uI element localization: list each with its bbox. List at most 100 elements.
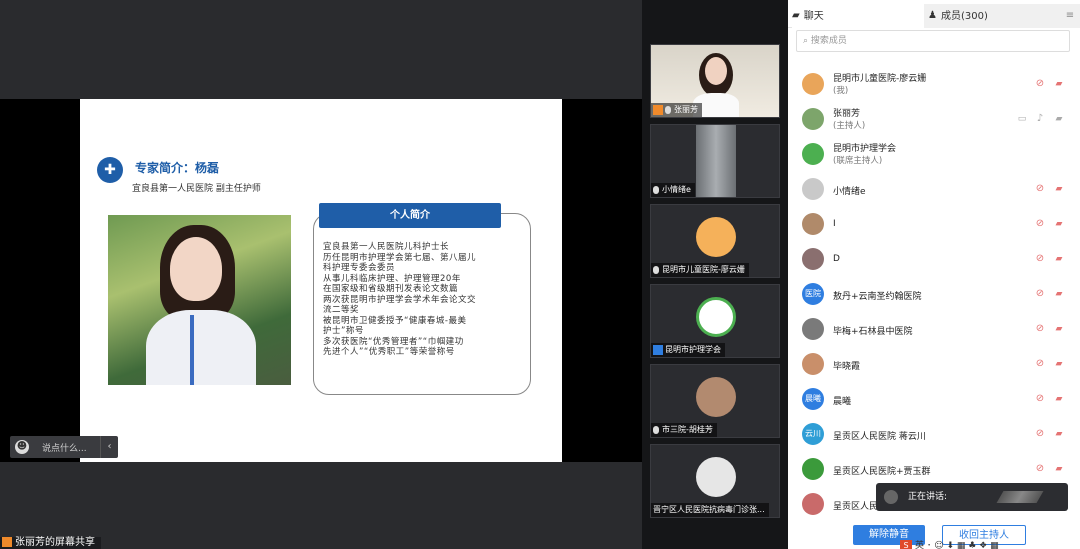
tile-name-text: 张丽芳 (674, 105, 698, 114)
member-row[interactable]: 昆明市儿童医院-廖云姗 (我) ⊘ ▰ (788, 68, 1080, 102)
camera-off-icon[interactable]: ▰ (1052, 358, 1066, 370)
speaking-indicator: 正在讲话: (876, 483, 1068, 511)
microphone-muted-icon[interactable]: ⊘ (1034, 253, 1046, 265)
member-row[interactable]: 毕晓霞 ⊘ ▰ (788, 348, 1080, 382)
member-name: 呈贡区人民医院+贾玉群 (833, 467, 931, 477)
avatar (802, 213, 824, 235)
intro-line: 护士”称号 (323, 326, 364, 336)
member-row[interactable]: 小情绪e ⊘ ▰ (788, 173, 1080, 207)
share-top-bar (0, 0, 642, 99)
stethoscope-icon: ✚ (97, 157, 123, 183)
screen-share-icon: ▭ (1017, 114, 1027, 124)
video-tile[interactable]: 昆明市护理学会 (650, 284, 780, 358)
intro-line: 被昆明市卫健委授予“健康春城-最美 (323, 315, 467, 326)
tile-name: 小情绪e (651, 183, 695, 197)
camera-off-icon[interactable]: ▰ (1052, 428, 1066, 440)
search-placeholder: 搜索成员 (810, 36, 847, 46)
photo-body (146, 310, 256, 385)
microphone-muted-icon[interactable]: ⊘ (1034, 393, 1046, 405)
panel-menu-icon[interactable]: ≡ (1060, 4, 1080, 28)
microphone-icon[interactable]: ♪ (1034, 113, 1046, 125)
member-row[interactable]: 医院 敖丹+云南圣约翰医院 ⊘ ▰ (788, 278, 1080, 312)
camera-off-icon[interactable]: ▰ (1052, 78, 1066, 90)
person-icon: ♟ (928, 10, 937, 21)
member-row[interactable]: 毕梅+石林县中医院 ⊘ ▰ (788, 313, 1080, 347)
video-tile[interactable]: 小情绪e (650, 124, 780, 198)
member-name: 敖丹+云南圣约翰医院 (833, 292, 922, 302)
tab-members-label: 成员(300) (940, 11, 988, 22)
member-search-input[interactable]: ⌕ 搜索成员 (796, 30, 1070, 52)
camera-off-icon[interactable]: ▰ (1052, 218, 1066, 230)
chat-input[interactable]: 说点什么... (42, 441, 87, 454)
avatar (802, 248, 824, 270)
expert-photo (108, 215, 291, 385)
microphone-muted-icon[interactable]: ⊘ (1034, 288, 1046, 300)
tab-chat-label: 聊天 (803, 11, 824, 22)
tile-name: 张丽芳 (651, 103, 702, 117)
video-tile[interactable]: 市三院-胡桂芳 (650, 364, 780, 438)
member-icon (653, 344, 663, 355)
member-name: D (833, 254, 840, 264)
avatar: 云川 (802, 423, 824, 445)
member-name: 小情绪e (833, 187, 866, 197)
avatar (802, 178, 824, 200)
member-row[interactable]: 呈贡区人民医院+贾玉群 ⊘ ▰ (788, 453, 1080, 487)
member-row[interactable]: 云川 呈贡区人民医院 蒋云川 ⊘ ▰ (788, 418, 1080, 452)
chat-icon: ▰ (792, 10, 800, 21)
intro-line: 先进个人”“优秀职工”等荣誉称号 (323, 347, 455, 357)
tray-icons[interactable]: 英 ･ ☺ ⬇ ▦ ♣ ❖ ▦ (915, 541, 999, 549)
microphone-muted-icon[interactable]: ⊘ (1034, 218, 1046, 230)
member-row[interactable]: 张丽芳 (主持人) ▭ ♪ ▰ (788, 103, 1080, 137)
microphone-muted-icon[interactable]: ⊘ (1034, 358, 1046, 370)
member-row[interactable]: D ⊘ ▰ (788, 243, 1080, 277)
side-panel: ▰ 聊天 ♟ 成员(300) ≡ ⌕ 搜索成员 昆明市儿童医院-廖云姗 (我) ⊘ ▰ 张丽… (788, 0, 1080, 549)
camera-icon[interactable]: ▰ (1052, 113, 1066, 125)
camera-off-icon[interactable]: ▰ (1052, 463, 1066, 475)
tile-name: 晋宁区人民医院抗病毒门诊张... (651, 503, 769, 517)
shared-slide: ✚ 专家简介：杨磊 宜良县第一人民医院 副主任护师 个人简介 宜良县第一人民医院… (80, 99, 562, 462)
photo-lanyard (190, 315, 194, 385)
screen-share-area: ✚ 专家简介：杨磊 宜良县第一人民医院 副主任护师 个人简介 宜良县第一人民医院… (0, 0, 642, 549)
collapse-arrow-icon[interactable]: ‹ (100, 436, 118, 458)
microphone-muted-icon[interactable]: ⊘ (1034, 78, 1046, 90)
slide-title: 专家简介：杨磊 (135, 161, 220, 175)
input-method-icon[interactable]: S (900, 540, 912, 549)
association-logo (696, 297, 736, 337)
avatar: 晨曦 (802, 388, 824, 410)
microphone-muted-icon[interactable]: ⊘ (1034, 323, 1046, 335)
camera-off-icon[interactable]: ▰ (1052, 393, 1066, 405)
camera-off-icon[interactable]: ▰ (1052, 183, 1066, 195)
tab-members[interactable]: ♟ 成员(300) (924, 4, 1060, 28)
meeting-window: ✚ 专家简介：杨磊 宜良县第一人民医院 副主任护师 个人简介 宜良县第一人民医院… (0, 0, 1080, 549)
camera-off-icon[interactable]: ▰ (1052, 253, 1066, 265)
member-row[interactable]: I ⊘ ▰ (788, 208, 1080, 242)
microphone-muted-icon[interactable]: ⊘ (1034, 428, 1046, 440)
camera-off-icon[interactable]: ▰ (1052, 288, 1066, 300)
video-tile[interactable]: 晋宁区人民医院抗病毒门诊张... (650, 444, 780, 518)
video-tile[interactable]: 昆明市儿童医院-廖云姗 (650, 204, 780, 278)
member-role: (主持人) (833, 121, 866, 131)
video-tile[interactable]: 张丽芳 (650, 44, 780, 118)
microphone-muted-icon[interactable]: ⊘ (1034, 183, 1046, 195)
speaker-avatar (884, 490, 898, 504)
intro-line: 流二等奖 (323, 305, 360, 315)
avatar (696, 217, 736, 257)
member-name: 昆明市护理学会 (833, 144, 897, 154)
member-row[interactable]: 昆明市护理学会 (联席主持人) (788, 138, 1080, 172)
microphone-icon (653, 265, 659, 274)
avatar (802, 353, 824, 375)
emoji-icon[interactable]: ☻ (15, 440, 29, 454)
panel-tabs: ▰ 聊天 ♟ 成员(300) ≡ (788, 4, 1080, 28)
share-bottom-bar (0, 462, 642, 549)
chat-input-bar[interactable]: ☻ 说点什么... ‹ (10, 436, 118, 458)
camera-off-icon[interactable]: ▰ (1052, 323, 1066, 335)
member-row[interactable]: 晨曦 晨曦 ⊘ ▰ (788, 383, 1080, 417)
video-feed (696, 125, 736, 197)
member-name: 昆明市儿童医院-廖云姗 (833, 74, 927, 84)
microphone-muted-icon[interactable]: ⊘ (1034, 463, 1046, 475)
microphone-icon (665, 105, 671, 114)
intro-line: 多次获医院“优秀管理者”“巾帼建功 (323, 336, 464, 347)
avatar: 医院 (802, 283, 824, 305)
intro-line: 两次获昆明市护理学会学术年会论文交 (323, 294, 477, 305)
tab-chat[interactable]: ▰ 聊天 (792, 4, 924, 28)
